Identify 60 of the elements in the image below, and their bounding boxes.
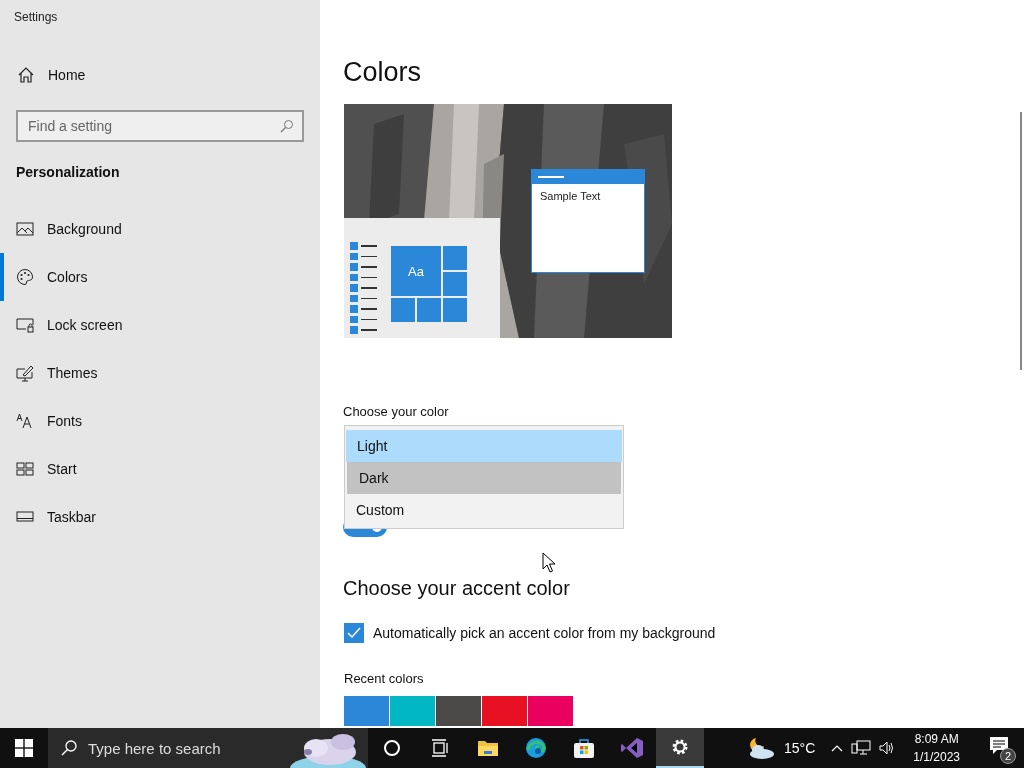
- palette-icon: [16, 268, 34, 286]
- search-icon: [60, 739, 78, 757]
- search-field[interactable]: Find a setting: [16, 110, 304, 142]
- scrollbar[interactable]: [1020, 112, 1022, 370]
- gear-icon: [670, 737, 690, 757]
- field-label: Choose your color: [343, 404, 449, 419]
- tile: [443, 246, 467, 270]
- folder-icon: [477, 738, 499, 758]
- tile-label: Aa: [391, 246, 441, 296]
- circle-icon: [383, 739, 401, 757]
- store-bag-icon: [573, 737, 595, 759]
- fonts-icon: [16, 412, 34, 430]
- sidebar-item[interactable]: Lock screen: [0, 301, 133, 349]
- browser-icon: [525, 737, 547, 759]
- taskbar-app-button[interactable]: [656, 728, 704, 768]
- tile: [391, 298, 415, 322]
- home-link[interactable]: Home: [17, 64, 86, 86]
- lock-screen-icon: [16, 316, 34, 334]
- task-view-icon: [431, 739, 449, 757]
- themes-icon: [16, 364, 34, 382]
- taskbar-search-field[interactable]: Type here to search: [48, 728, 288, 768]
- page-title: Colors: [343, 56, 422, 89]
- windows-logo-icon: [15, 739, 33, 757]
- field-label: Recent colors: [344, 671, 424, 686]
- color-swatch[interactable]: [436, 696, 481, 726]
- color-swatch[interactable]: [482, 696, 527, 726]
- checkbox[interactable]: [344, 623, 364, 643]
- sidebar-item[interactable]: Colors: [0, 253, 98, 301]
- dropdown-option[interactable]: Custom: [345, 494, 623, 526]
- window-title: Settings: [13, 9, 59, 26]
- tile: [443, 272, 467, 296]
- dropdown-option[interactable]: Light: [346, 430, 622, 462]
- sidebar-item[interactable]: Themes: [0, 349, 108, 397]
- sample-text: Sample Text: [539, 189, 601, 202]
- start-tiles-icon: [16, 460, 34, 478]
- mouse-pointer-icon: [542, 552, 556, 574]
- picture-icon: [16, 220, 34, 238]
- infinity-ribbon-icon: [620, 737, 644, 759]
- color-swatch[interactable]: [344, 696, 389, 726]
- sidebar-item[interactable]: Fonts: [0, 397, 92, 445]
- notification-count-badge: 2: [1000, 748, 1016, 764]
- tile: [417, 298, 441, 322]
- tile: [443, 298, 467, 322]
- color-swatch[interactable]: [390, 696, 435, 726]
- sidebar-item[interactable]: Background: [0, 205, 132, 253]
- search-icon: [280, 119, 294, 133]
- checkbox-label: Automatically pick an accent color from my background: [373, 625, 716, 641]
- clock[interactable]: 8:09 AM 1/1/2023: [913, 730, 960, 766]
- chevron-up-icon[interactable]: [831, 744, 844, 752]
- dropdown-option[interactable]: Dark: [347, 462, 621, 494]
- section-heading: Choose your accent color: [343, 576, 570, 601]
- network-icon[interactable]: [851, 740, 872, 756]
- volume-icon[interactable]: [879, 740, 896, 756]
- section-heading: Personalization: [16, 164, 121, 180]
- notifications-button[interactable]: 2: [978, 728, 1024, 768]
- sidebar-item[interactable]: Start: [0, 445, 87, 493]
- temperature-text[interactable]: 15°C: [784, 740, 816, 756]
- sidebar-item[interactable]: Taskbar: [0, 493, 107, 541]
- color-swatch[interactable]: [528, 696, 573, 726]
- home-icon: [17, 66, 35, 84]
